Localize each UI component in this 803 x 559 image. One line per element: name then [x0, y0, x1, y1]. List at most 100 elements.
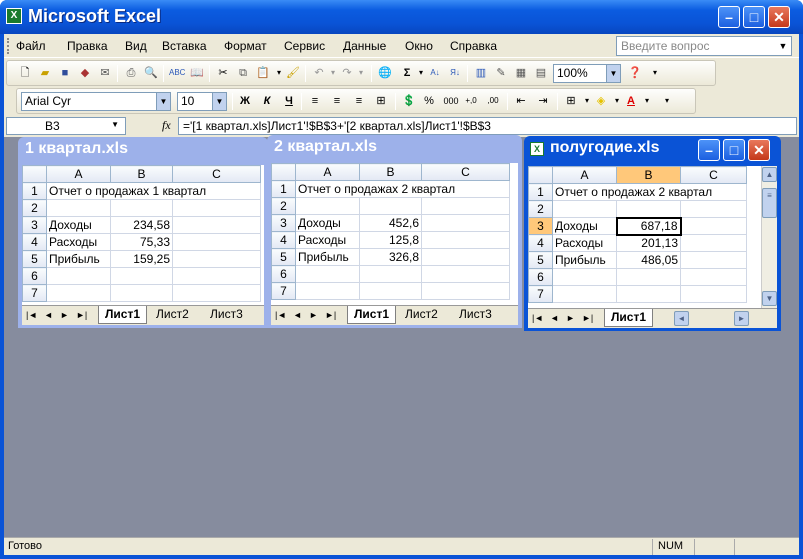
last-sheet-icon[interactable]: ►|: [582, 313, 593, 323]
row-header[interactable]: 7: [528, 285, 553, 303]
maximize-button[interactable]: □: [723, 139, 745, 161]
scroll-thumb[interactable]: ≡: [762, 188, 777, 218]
cell[interactable]: [359, 197, 422, 215]
vertical-scrollbar[interactable]: ▲ ≡ ▼: [761, 166, 777, 308]
chevron-down-icon[interactable]: ▼: [156, 93, 170, 110]
toolbar-grip[interactable]: [7, 38, 10, 54]
sheet-tab[interactable]: Лист2: [399, 306, 444, 324]
cell[interactable]: [172, 267, 261, 285]
row-header[interactable]: 7: [271, 282, 296, 300]
prev-sheet-icon[interactable]: ◄: [293, 310, 302, 320]
scroll-left-icon[interactable]: ◄: [674, 311, 689, 326]
cell[interactable]: Отчет о продажах 2 квартал: [552, 183, 747, 201]
sort-ascending-icon[interactable]: A↓: [427, 65, 443, 81]
next-sheet-icon[interactable]: ►: [566, 313, 575, 323]
cell[interactable]: [46, 199, 111, 217]
cell[interactable]: [172, 284, 261, 302]
toolbar-options-icon[interactable]: ▾: [659, 93, 675, 109]
new-icon[interactable]: 🗋: [17, 65, 33, 81]
first-sheet-icon[interactable]: |◄: [275, 310, 286, 320]
cell[interactable]: [680, 251, 747, 269]
prev-sheet-icon[interactable]: ◄: [550, 313, 559, 323]
toolbar-options-icon[interactable]: ▾: [647, 65, 663, 81]
menu-data[interactable]: Данные: [343, 39, 386, 53]
cell[interactable]: [46, 284, 111, 302]
cell[interactable]: [172, 233, 261, 251]
open-icon[interactable]: ▰: [37, 65, 53, 81]
cell[interactable]: [421, 214, 510, 232]
cell[interactable]: Отчет о продажах 2 квартал: [295, 180, 510, 198]
underline-button[interactable]: Ч: [281, 93, 297, 109]
decrease-indent-icon[interactable]: ⇤: [513, 93, 529, 109]
save-icon[interactable]: ■: [57, 65, 73, 81]
cell[interactable]: [421, 197, 510, 215]
cell[interactable]: [46, 267, 111, 285]
cell[interactable]: Расходы: [46, 233, 111, 251]
last-sheet-icon[interactable]: ►|: [76, 310, 87, 320]
sheet-tab[interactable]: Лист3: [204, 306, 249, 324]
cell[interactable]: 201,13: [616, 234, 681, 252]
scroll-down-icon[interactable]: ▼: [762, 291, 777, 306]
cell[interactable]: [172, 216, 261, 234]
cell[interactable]: [421, 231, 510, 249]
workbook-window-q1[interactable]: 1 квартал.xls A B C 1 Отчет о продажах 1 …: [18, 137, 268, 328]
maximize-button[interactable]: □: [743, 6, 765, 28]
cell[interactable]: Отчет о продажах 1 квартал: [46, 182, 261, 200]
sheet-grid[interactable]: A B C 1 Отчет о продажах 1 квартал 2 3 Дох…: [22, 165, 264, 305]
cell-table[interactable]: A B C 1 Отчет о продажах 2 квартал 2 3 Дох…: [528, 166, 747, 303]
cell-table[interactable]: A B C 1 Отчет о продажах 2 квартал 2 3 Дох…: [271, 163, 510, 300]
menu-help[interactable]: Справка: [450, 39, 497, 53]
workbook-window-halfyear[interactable]: X полугодие.xls – □ ✕ A B C 1 Отчет о про: [524, 136, 781, 331]
chevron-down-icon[interactable]: ▼: [606, 65, 620, 82]
row-header[interactable]: 2: [271, 197, 296, 215]
table-icon[interactable]: ▤: [533, 65, 549, 81]
name-box[interactable]: B3 ▼: [6, 117, 126, 135]
sheet-tab[interactable]: Лист1: [347, 306, 397, 324]
select-all-corner[interactable]: [22, 165, 47, 183]
cell[interactable]: [110, 199, 173, 217]
row-header[interactable]: 2: [22, 199, 47, 217]
cell[interactable]: 234,58: [110, 216, 173, 234]
prev-sheet-icon[interactable]: ◄: [44, 310, 53, 320]
italic-button[interactable]: К: [259, 93, 275, 109]
align-right-icon[interactable]: ≡: [351, 93, 367, 109]
cell[interactable]: [110, 267, 173, 285]
cell[interactable]: Прибыль: [552, 251, 617, 269]
cell[interactable]: [680, 200, 747, 218]
increase-indent-icon[interactable]: ⇥: [535, 93, 551, 109]
help-question-box[interactable]: Введите вопрос ▼: [616, 36, 792, 56]
next-sheet-icon[interactable]: ►: [60, 310, 69, 320]
column-header[interactable]: C: [421, 163, 510, 181]
excel-doc-icon[interactable]: X: [530, 142, 544, 156]
format-painter-icon[interactable]: 🖌: [285, 65, 301, 81]
last-sheet-icon[interactable]: ►|: [325, 310, 336, 320]
chart-wizard-icon[interactable]: ▥: [473, 65, 489, 81]
row-header[interactable]: 5: [271, 248, 296, 266]
column-header[interactable]: B: [359, 163, 422, 181]
row-header[interactable]: 5: [528, 251, 553, 269]
menu-insert[interactable]: Вставка: [162, 39, 207, 53]
email-icon[interactable]: ✉: [97, 65, 113, 81]
currency-icon[interactable]: 💲: [401, 93, 417, 109]
close-button[interactable]: ✕: [748, 139, 770, 161]
paste-icon[interactable]: 📋: [255, 65, 271, 81]
cell[interactable]: Прибыль: [46, 250, 111, 268]
zoom-select[interactable]: 100% ▼: [553, 64, 621, 83]
column-header[interactable]: C: [172, 165, 261, 183]
cell-table[interactable]: A B C 1 Отчет о продажах 1 квартал 2 3 Дох…: [22, 165, 261, 302]
cell[interactable]: [421, 265, 510, 283]
fill-color-icon[interactable]: ◈: [593, 93, 609, 109]
cell[interactable]: Доходы: [295, 214, 360, 232]
chevron-down-icon[interactable]: ▾: [353, 65, 369, 81]
row-header[interactable]: 1: [22, 182, 47, 200]
bold-button[interactable]: Ж: [237, 93, 253, 109]
print-preview-icon[interactable]: 🔍: [143, 65, 159, 81]
increase-decimal-icon[interactable]: +,0: [463, 93, 479, 109]
align-left-icon[interactable]: ≡: [307, 93, 323, 109]
workbook-window-q2[interactable]: 2 квартал.xls A B C 1 Отчет о продажах 2 …: [267, 135, 522, 328]
cell[interactable]: [359, 282, 422, 300]
cell[interactable]: 452,6: [359, 214, 422, 232]
row-header[interactable]: 3: [271, 214, 296, 232]
row-header[interactable]: 4: [22, 233, 47, 251]
sort-descending-icon[interactable]: Я↓: [447, 65, 463, 81]
